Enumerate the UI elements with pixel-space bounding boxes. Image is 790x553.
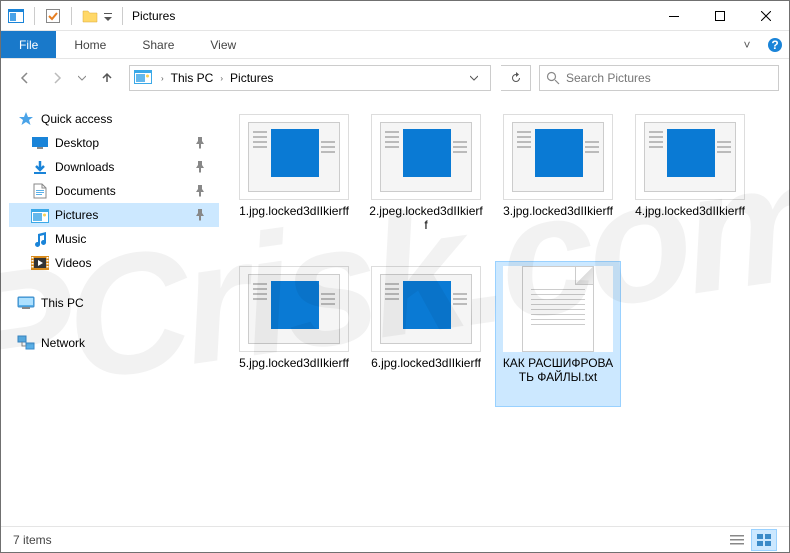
search-box[interactable]: [539, 65, 779, 91]
sidebar-item-label: Quick access: [41, 112, 112, 126]
minimize-button[interactable]: [651, 1, 697, 31]
sidebar-item-label: Documents: [55, 184, 116, 198]
item-count: 7 items: [13, 533, 52, 547]
address-dropdown[interactable]: [470, 74, 488, 82]
pin-icon: [195, 161, 205, 173]
thumbnails-view-button[interactable]: [751, 529, 777, 551]
file-name: 3.jpg.locked3dIIkierff: [503, 204, 613, 218]
pictures-location-icon: [134, 68, 154, 88]
sidebar-item-pictures[interactable]: Pictures: [9, 203, 219, 227]
expand-ribbon-button[interactable]: ˅: [733, 31, 761, 58]
file-list[interactable]: 1.jpg.locked3dIIkierff 2.jpeg.locked3dIIk…: [219, 97, 789, 526]
sidebar-item-music[interactable]: Music: [9, 227, 219, 251]
pin-icon: [195, 209, 205, 221]
sidebar-item-label: Music: [55, 232, 86, 246]
sidebar-item-downloads[interactable]: Downloads: [9, 155, 219, 179]
recent-dropdown[interactable]: [75, 64, 89, 92]
back-button[interactable]: [11, 64, 39, 92]
desktop-icon: [31, 134, 49, 152]
breadcrumb-segment[interactable]: This PC›: [167, 71, 226, 85]
music-icon: [31, 230, 49, 248]
sidebar-item-documents[interactable]: Documents: [9, 179, 219, 203]
address-bar[interactable]: › This PC› Pictures: [129, 65, 491, 91]
file-name: 2.jpeg.locked3dIIkierff: [368, 204, 484, 232]
qa-checkbox-icon[interactable]: [44, 7, 62, 25]
file-item[interactable]: 3.jpg.locked3dIIkierff: [495, 109, 621, 255]
search-icon: [546, 71, 560, 85]
navigation-bar: › This PC› Pictures: [1, 59, 789, 97]
file-name: 6.jpg.locked3dIIkierff: [371, 356, 481, 370]
pictures-icon: [31, 206, 49, 224]
sidebar-item-desktop[interactable]: Desktop: [9, 131, 219, 155]
share-tab[interactable]: Share: [124, 31, 192, 58]
file-name: 5.jpg.locked3dIIkierff: [239, 356, 349, 370]
file-item[interactable]: КАК РАСШИФРОВАТЬ ФАЙЛЫ.txt: [495, 261, 621, 407]
file-item[interactable]: 6.jpg.locked3dIIkierff: [363, 261, 489, 407]
documents-icon: [31, 182, 49, 200]
file-name: 1.jpg.locked3dIIkierff: [239, 204, 349, 218]
pin-icon: [195, 137, 205, 149]
details-view-button[interactable]: [724, 529, 750, 551]
status-bar: 7 items: [1, 526, 789, 552]
sidebar-item-videos[interactable]: Videos: [9, 251, 219, 275]
videos-icon: [31, 254, 49, 272]
title-bar: Pictures: [1, 1, 789, 31]
up-button[interactable]: [93, 64, 121, 92]
explorer-icon: [7, 7, 25, 25]
close-button[interactable]: [743, 1, 789, 31]
pc-icon: [17, 294, 35, 312]
file-item[interactable]: 4.jpg.locked3dIIkierff: [627, 109, 753, 255]
forward-button[interactable]: [43, 64, 71, 92]
navigation-pane: Quick access Desktop Downloads Documents Pi…: [1, 97, 219, 526]
sidebar-item-label: Network: [41, 336, 85, 350]
sidebar-item-label: Videos: [55, 256, 91, 270]
pin-icon: [195, 185, 205, 197]
file-name: 4.jpg.locked3dIIkierff: [635, 204, 745, 218]
sidebar-item-label: Desktop: [55, 136, 99, 150]
view-tab[interactable]: View: [192, 31, 254, 58]
window-title: Pictures: [132, 9, 175, 23]
sidebar-item-label: Downloads: [55, 160, 114, 174]
qa-folder-icon[interactable]: [81, 7, 99, 25]
file-name: КАК РАСШИФРОВАТЬ ФАЙЛЫ.txt: [500, 356, 616, 384]
this-pc[interactable]: This PC: [9, 291, 219, 315]
file-item[interactable]: 5.jpg.locked3dIIkierff: [231, 261, 357, 407]
quick-access[interactable]: Quick access: [9, 107, 219, 131]
breadcrumb-segment[interactable]: Pictures: [226, 71, 277, 85]
svg-text:?: ?: [771, 38, 778, 52]
file-tab[interactable]: File: [1, 31, 56, 58]
network[interactable]: Network: [9, 331, 219, 355]
chevron-right-icon[interactable]: ›: [158, 74, 167, 83]
qa-dropdown-icon[interactable]: [103, 7, 113, 25]
ribbon: File Home Share View ˅ ?: [1, 31, 789, 59]
home-tab[interactable]: Home: [56, 31, 124, 58]
maximize-button[interactable]: [697, 1, 743, 31]
file-item[interactable]: 1.jpg.locked3dIIkierff: [231, 109, 357, 255]
star-icon: [17, 110, 35, 128]
sidebar-item-label: Pictures: [55, 208, 98, 222]
refresh-button[interactable]: [501, 65, 531, 91]
search-input[interactable]: [566, 71, 772, 85]
downloads-icon: [31, 158, 49, 176]
help-button[interactable]: ?: [761, 31, 789, 58]
sidebar-item-label: This PC: [41, 296, 84, 310]
network-icon: [17, 334, 35, 352]
file-item[interactable]: 2.jpeg.locked3dIIkierff: [363, 109, 489, 255]
